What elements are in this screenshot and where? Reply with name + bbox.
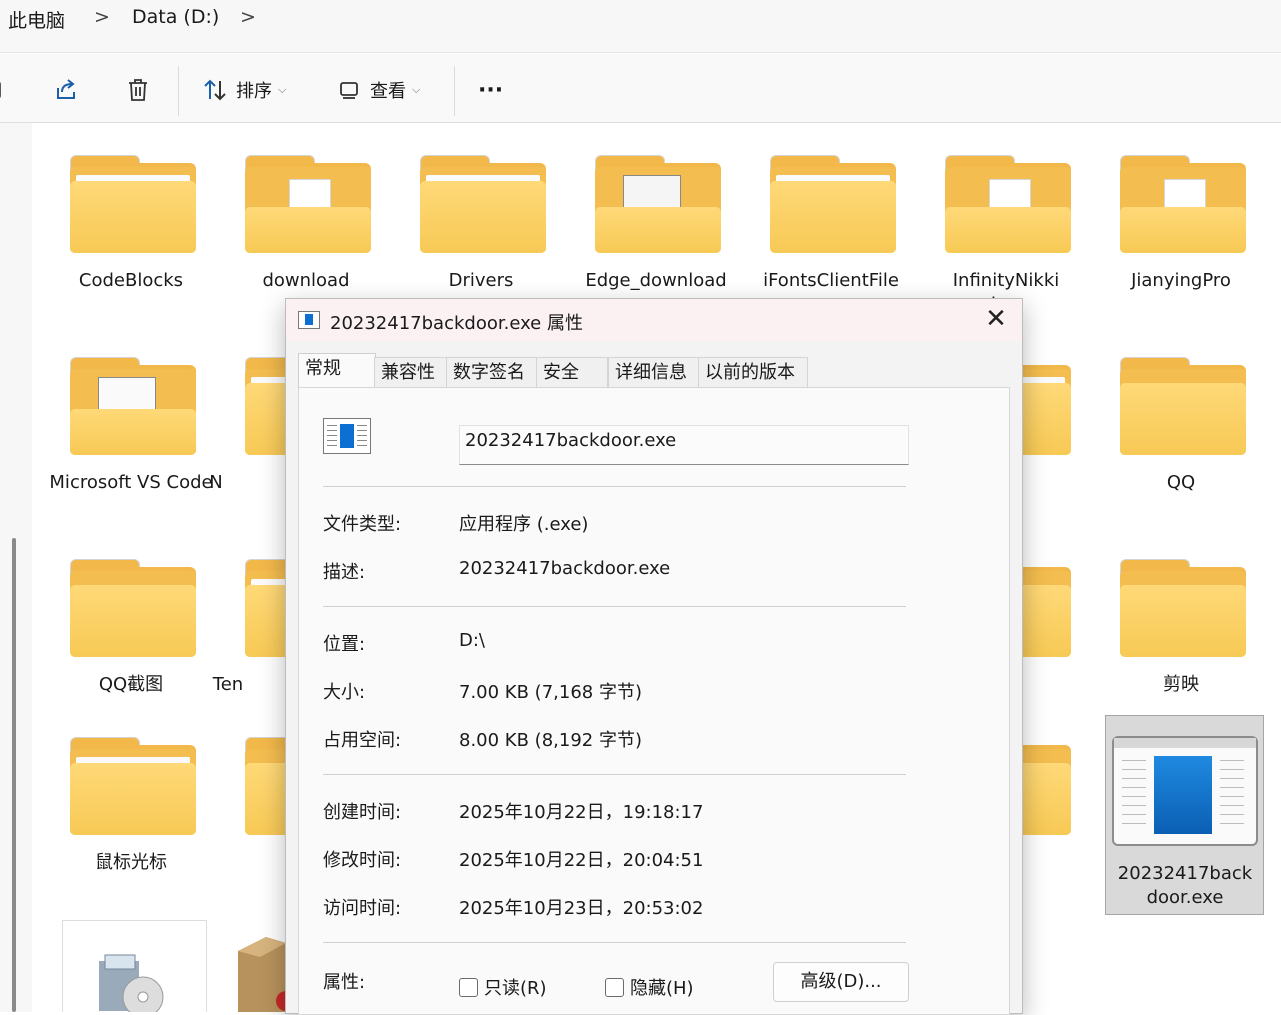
size-value: 7.00 KB (7,168 字节) [459,682,642,703]
folder-icon [1106,347,1256,457]
breadcrumb-item-this-pc[interactable]: 此电脑 [8,6,65,33]
dialog-title: 20232417backdoor.exe 属性 [330,313,583,334]
delete-button[interactable] [124,74,152,106]
address-bar: 此电脑 > Data (D:) > [0,0,1281,53]
sort-arrows-icon [204,79,226,101]
accessed-label: 访问时间: [323,898,402,919]
checkbox-box[interactable] [605,977,624,997]
tab-general[interactable]: 常规 [298,353,376,388]
file-type-label: 文件类型: [323,514,402,535]
attributes-label: 属性: [323,972,366,993]
description-value: 20232417backdoor.exe [459,558,671,579]
chevron-down-icon: ⌵ [412,83,421,96]
tab-digital-signatures[interactable]: 数字签名 [446,357,538,388]
tab-compatibility[interactable]: 兼容性 [374,357,448,388]
folder-name: CodeBlocks [78,270,184,291]
toolbar-divider [454,66,455,116]
tab-details[interactable]: 详细信息 [608,357,700,388]
checkbox-box[interactable] [459,977,478,997]
copy-button[interactable] [0,74,8,106]
more-icon: ··· [478,77,504,103]
folder-icon [406,145,556,255]
folder-icon [1106,549,1256,659]
package-box-icon [238,937,286,1012]
navigation-pane-edge [0,123,32,1012]
view-button[interactable]: 查看 ⌵ [338,74,420,106]
readonly-label: 只读(R) [484,978,547,999]
exe-icon [298,311,320,329]
copy-icon [0,82,1,98]
divider [323,486,906,487]
folder-name: N [209,472,223,493]
location-value: D:\ [459,630,485,651]
installer-disc-icon [99,954,164,1012]
exe-file-icon [323,418,371,454]
folder-icon [56,347,206,457]
file-name: 20232417backdoor.exe [1117,863,1253,908]
folder-icon [56,727,206,837]
file-type-value: 应用程序 (.exe) [459,514,589,535]
folder-name: InfinityNikki [952,270,1060,291]
installer-file-item[interactable] [62,920,207,1012]
properties-dialog: 20232417backdoor.exe 属性 ✕ 常规 兼容性 数字签名 安全… [285,298,1023,1015]
readonly-checkbox[interactable]: 只读(R) [459,974,547,1000]
breadcrumb-chevron-icon[interactable]: > [94,6,110,28]
modified-label: 修改时间: [323,850,402,871]
size-on-disk-label: 占用空间: [323,730,402,751]
folder-icon [56,549,206,659]
general-panel: 20232417backdoor.exe 文件类型: 应用程序 (.exe) 描… [298,387,1010,1015]
command-bar: 排序 ⌵ 查看 ⌵ ··· [0,54,1281,123]
tab-security[interactable]: 安全 [536,357,608,388]
breadcrumb-item-data-d[interactable]: Data (D:) [132,6,219,28]
size-on-disk-value: 8.00 KB (8,192 字节) [459,730,642,751]
close-icon[interactable]: ✕ [980,305,1012,333]
folder-icon [231,145,381,255]
divider [323,774,906,775]
divider [323,942,906,943]
folder-name: 鼠标光标 [95,852,167,873]
created-value: 2025年10月22日，19:18:17 [459,802,704,823]
folder-icon [56,145,206,255]
size-label: 大小: [323,682,366,703]
folder-icon [1106,145,1256,255]
file-name-input[interactable]: 20232417backdoor.exe [459,425,909,465]
sort-button[interactable]: 排序 ⌵ [202,74,286,106]
view-icon [340,82,358,99]
advanced-button[interactable]: 高级(D)... [773,962,909,1002]
more-options-button[interactable]: ··· [478,74,503,106]
chevron-down-icon: ⌵ [278,83,287,96]
created-label: 创建时间: [323,802,402,823]
description-label: 描述: [323,562,366,583]
share-icon [57,79,75,99]
folder-name: QQ [1166,472,1196,493]
hidden-checkbox[interactable]: 隐藏(H) [605,974,694,1000]
trash-icon [129,79,147,101]
divider [323,606,906,607]
folder-icon [931,145,1081,255]
accessed-value: 2025年10月23日，20:53:02 [459,898,704,919]
location-label: 位置: [323,634,366,655]
toolbar-divider [178,66,179,116]
folder-icon [581,145,731,255]
navigation-scrollbar[interactable] [12,538,16,1012]
dialog-titlebar[interactable]: 20232417backdoor.exe 属性 ✕ [286,299,1022,341]
folder-name: JianyingPro [1131,270,1231,291]
folder-name: 剪映 [1163,674,1199,695]
folder-name: iFontsClientFile [763,270,899,291]
sort-label: 排序 [236,81,272,102]
hidden-label: 隐藏(H) [630,978,694,999]
folder-name: Edge_download [585,270,727,291]
selected-file-item[interactable]: 20232417backdoor.exe [1105,715,1264,915]
folder-icon [756,145,906,255]
view-label: 查看 [370,81,406,102]
modified-value: 2025年10月22日，20:04:51 [459,850,704,871]
package-file-item[interactable] [236,931,286,1012]
share-button[interactable] [52,74,80,106]
folder-name: Drivers [448,270,514,291]
breadcrumb-chevron-icon[interactable]: > [240,6,256,28]
folder-name: download [262,270,350,291]
exe-file-icon [1112,736,1258,846]
tab-previous-versions[interactable]: 以前的版本 [698,357,808,388]
